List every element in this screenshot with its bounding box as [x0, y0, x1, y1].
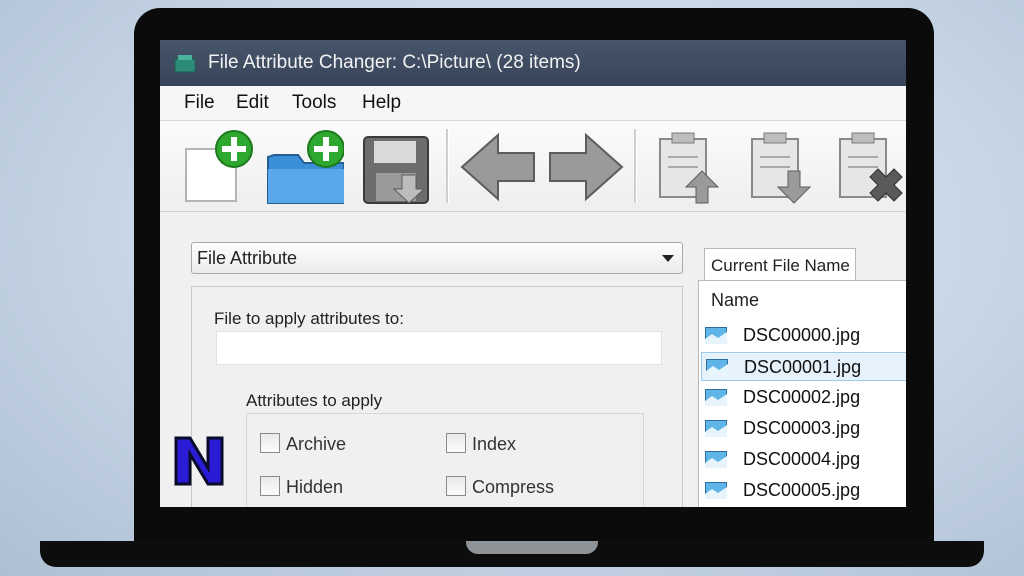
file-name: DSC00000.jpg — [743, 325, 861, 345]
left-pane: File Attribute File to apply attributes … — [180, 238, 684, 507]
file-path-input[interactable] — [216, 331, 662, 365]
image-file-icon — [705, 327, 727, 344]
clipboard-down-icon — [751, 132, 812, 204]
clipboard-up-button[interactable] — [650, 127, 730, 205]
window-title: File Attribute Changer: C:\Picture\ (28 … — [208, 52, 581, 73]
add-folder-button[interactable] — [264, 127, 345, 205]
title-bar[interactable]: File Attribute Changer: C:\Picture\ (28 … — [160, 40, 906, 86]
list-item[interactable]: DSC00001.jpg — [701, 352, 906, 381]
add-file-button[interactable] — [178, 127, 258, 205]
add-file-icon — [185, 130, 253, 202]
column-header-name[interactable]: Name — [699, 281, 906, 319]
laptop-notch — [466, 541, 598, 554]
archive-checkbox[interactable]: Archive — [260, 433, 346, 455]
list-item[interactable]: DSC00000.jpg — [701, 321, 906, 350]
file-name: DSC00005.jpg — [743, 480, 861, 500]
arrow-left-icon — [460, 132, 535, 202]
checkbox-box[interactable] — [446, 476, 466, 496]
menu-tools[interactable]: Tools — [292, 92, 336, 114]
right-pane: Current File Name Name DSC00000.jpg DSC0… — [698, 238, 906, 507]
menu-file[interactable]: File — [184, 92, 215, 114]
mode-dropdown-value: File Attribute — [197, 248, 298, 268]
app-window: File Attribute Changer: C:\Picture\ (28 … — [160, 40, 906, 507]
clipboard-delete-icon — [839, 132, 903, 202]
index-checkbox[interactable]: Index — [446, 433, 516, 455]
menu-edit[interactable]: Edit — [236, 92, 269, 114]
floppy-disk-icon — [363, 136, 429, 204]
menu-bar: File Edit Tools Help — [160, 86, 906, 121]
list-item[interactable]: DSC00003.jpg — [701, 414, 906, 443]
checkbox-label: Compress — [472, 477, 555, 497]
image-file-icon — [705, 420, 727, 437]
toolbar-separator — [446, 129, 449, 203]
list-item[interactable]: DSC00005.jpg — [701, 476, 906, 505]
image-file-icon — [706, 359, 728, 376]
compress-checkbox[interactable]: Compress — [446, 476, 554, 498]
image-file-icon — [705, 451, 727, 468]
checkbox-label: Hidden — [286, 477, 344, 497]
save-button[interactable] — [356, 127, 436, 205]
file-name: DSC00001.jpg — [744, 357, 862, 377]
arrow-right-icon — [549, 132, 624, 202]
chevron-down-icon — [662, 255, 674, 262]
checkbox-box[interactable] — [260, 433, 280, 453]
attributes-legend: Attributes to apply — [236, 391, 393, 411]
list-item[interactable]: DSC00002.jpg — [701, 383, 906, 412]
clipboard-down-button[interactable] — [742, 127, 822, 205]
tab-current-file-name[interactable]: Current File Name — [704, 248, 856, 281]
channel-logo — [174, 436, 224, 486]
file-label: File to apply attributes to: — [214, 309, 404, 328]
file-list: Name DSC00000.jpg DSC00001.jpg DSC00002.… — [698, 280, 906, 507]
forward-button[interactable] — [546, 127, 626, 205]
hidden-checkbox[interactable]: Hidden — [260, 476, 343, 498]
file-name: DSC00002.jpg — [743, 387, 861, 407]
image-file-icon — [705, 482, 727, 499]
add-folder-icon — [267, 130, 345, 204]
checkbox-label: Archive — [286, 434, 347, 454]
list-item[interactable]: DSC00004.jpg — [701, 445, 906, 474]
checkbox-box[interactable] — [260, 476, 280, 496]
clipboard-delete-button[interactable] — [830, 127, 906, 205]
toolbar-separator — [634, 129, 637, 203]
checkbox-box[interactable] — [446, 433, 466, 453]
attributes-panel: File to apply attributes to: Attributes … — [191, 286, 683, 507]
image-file-icon — [705, 389, 727, 406]
file-name: DSC00003.jpg — [743, 418, 861, 438]
file-name: DSC00004.jpg — [743, 449, 861, 469]
toolbar — [160, 121, 906, 212]
checkbox-label: Index — [472, 434, 517, 454]
mode-dropdown[interactable]: File Attribute — [191, 242, 683, 274]
clipboard-up-icon — [659, 132, 720, 204]
back-button[interactable] — [458, 127, 538, 205]
menu-help[interactable]: Help — [362, 92, 401, 114]
app-icon — [174, 55, 196, 73]
